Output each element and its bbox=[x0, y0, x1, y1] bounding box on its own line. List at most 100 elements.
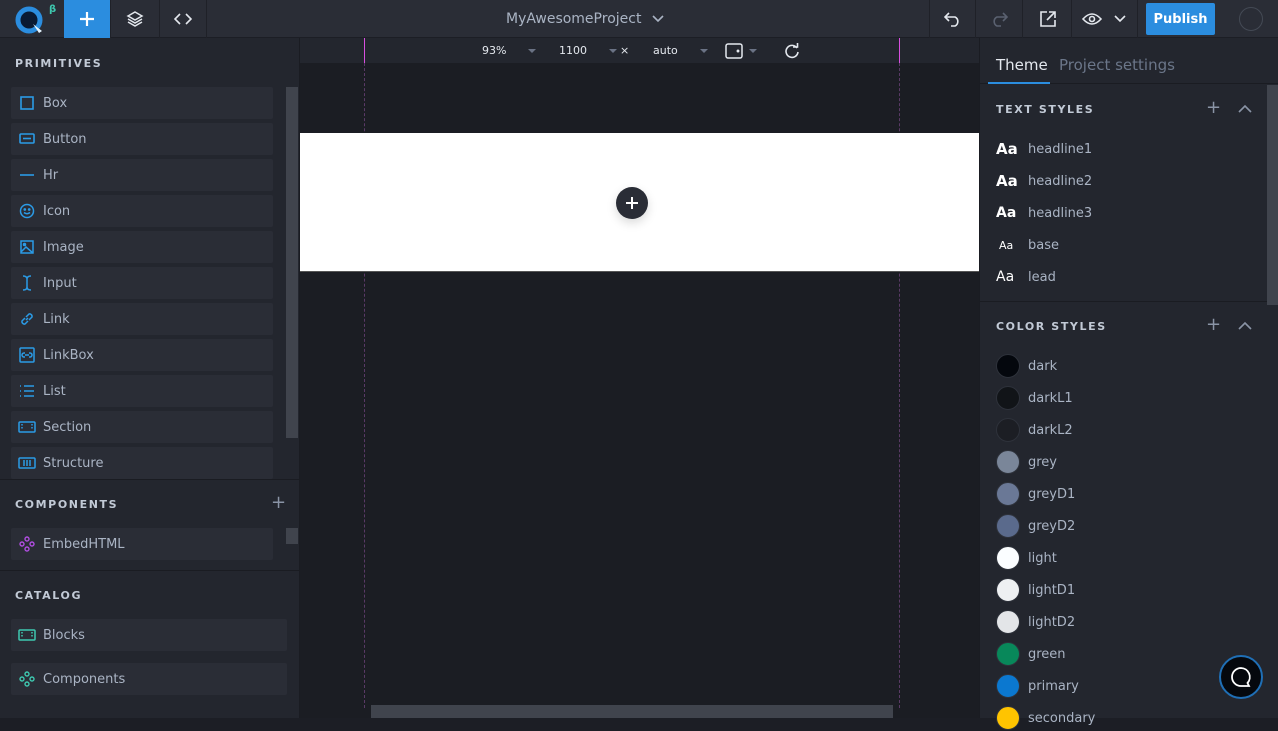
chevron-up-icon[interactable] bbox=[1238, 321, 1252, 330]
color-swatch bbox=[996, 450, 1020, 474]
plus-icon bbox=[626, 197, 638, 209]
text-style-headline1[interactable]: Aa headline1 bbox=[996, 137, 1092, 161]
catalog-components[interactable]: Components bbox=[11, 663, 287, 695]
top-toolbar: β MyAwesomeProject Publish bbox=[0, 0, 1278, 38]
primitive-link[interactable]: Link bbox=[11, 303, 273, 335]
support-chat-button[interactable] bbox=[1219, 655, 1263, 699]
zoom-select[interactable]: 93% bbox=[482, 38, 537, 63]
color-style-green[interactable]: green bbox=[996, 641, 1066, 667]
app-logo[interactable]: β bbox=[0, 0, 64, 38]
right-panel-scrollbar[interactable] bbox=[1267, 85, 1278, 305]
text-style-sample: Aa bbox=[996, 205, 1017, 221]
beta-badge: β bbox=[49, 4, 57, 15]
color-style-greyd2[interactable]: greyD2 bbox=[996, 513, 1075, 539]
canvas-area[interactable]: 93% 1100 × auto bbox=[300, 38, 979, 718]
canvas-toolbar: 93% 1100 × auto bbox=[300, 38, 979, 63]
layers-button[interactable] bbox=[111, 0, 160, 38]
tab-project-settings[interactable]: Project settings bbox=[1059, 56, 1175, 74]
chevron-down-icon[interactable] bbox=[1114, 15, 1126, 23]
components-scrollbar[interactable] bbox=[286, 528, 298, 544]
preview-button[interactable] bbox=[1072, 0, 1138, 38]
user-avatar[interactable] bbox=[1239, 7, 1263, 31]
primitive-button[interactable]: Button bbox=[11, 123, 273, 155]
chevron-up-icon[interactable] bbox=[1238, 104, 1252, 113]
square-icon bbox=[20, 96, 34, 110]
open-external-button[interactable] bbox=[1024, 0, 1072, 38]
text-style-base[interactable]: Aa base bbox=[996, 233, 1059, 257]
text-style-headline2[interactable]: Aa headline2 bbox=[996, 169, 1092, 193]
color-styles-title: COLOR STYLES bbox=[996, 320, 1107, 333]
color-style-lightd2[interactable]: lightD2 bbox=[996, 609, 1075, 635]
primitive-image[interactable]: Image bbox=[11, 231, 273, 263]
primitive-structure[interactable]: Structure bbox=[11, 447, 273, 479]
component-icon bbox=[19, 536, 35, 552]
add-text-style-button[interactable]: + bbox=[1206, 97, 1221, 118]
undo-button[interactable] bbox=[929, 0, 976, 38]
logo-icon bbox=[15, 6, 43, 34]
tab-theme[interactable]: Theme bbox=[996, 56, 1048, 74]
add-component-button[interactable]: + bbox=[271, 492, 286, 513]
primitive-icon[interactable]: Icon bbox=[11, 195, 273, 227]
color-style-secondary[interactable]: secondary bbox=[996, 705, 1095, 731]
color-swatch bbox=[996, 514, 1020, 538]
add-element-button[interactable] bbox=[64, 0, 111, 38]
add-color-style-button[interactable]: + bbox=[1206, 314, 1221, 335]
primitive-label: Input bbox=[43, 275, 77, 291]
width-select[interactable]: 1100 bbox=[559, 38, 617, 63]
color-style-light[interactable]: light bbox=[996, 545, 1057, 571]
color-style-label: green bbox=[1028, 646, 1066, 662]
text-cursor-icon bbox=[22, 275, 32, 291]
catalog-blocks[interactable]: Blocks bbox=[11, 619, 287, 651]
text-style-label: headline2 bbox=[1028, 173, 1093, 189]
text-style-lead[interactable]: Aa lead bbox=[996, 265, 1056, 289]
color-style-darkl1[interactable]: darkL1 bbox=[996, 385, 1073, 411]
width-value: 1100 bbox=[559, 44, 587, 57]
height-select[interactable]: auto bbox=[653, 38, 708, 63]
color-swatch bbox=[996, 674, 1020, 698]
color-style-greyd1[interactable]: greyD1 bbox=[996, 481, 1075, 507]
color-style-label: light bbox=[1028, 550, 1057, 566]
code-button[interactable] bbox=[160, 0, 207, 38]
chevron-down-icon bbox=[652, 15, 665, 23]
primitive-linkbox[interactable]: LinkBox bbox=[11, 339, 273, 371]
color-style-label: greyD1 bbox=[1028, 486, 1076, 502]
color-style-lightd1[interactable]: lightD1 bbox=[996, 577, 1075, 603]
component-embedhtml[interactable]: EmbedHTML bbox=[11, 528, 273, 560]
canvas-horizontal-scrollbar[interactable] bbox=[371, 705, 893, 718]
add-block-button[interactable] bbox=[616, 187, 648, 219]
section-icon bbox=[18, 421, 36, 433]
image-icon bbox=[20, 240, 34, 254]
eye-icon bbox=[1082, 13, 1102, 25]
primitive-input[interactable]: Input bbox=[11, 267, 273, 299]
primitives-scrollbar[interactable] bbox=[286, 87, 298, 438]
color-style-dark[interactable]: dark bbox=[996, 353, 1057, 379]
device-select[interactable] bbox=[725, 38, 757, 63]
dimension-separator: × bbox=[620, 44, 630, 57]
color-style-label: greyD2 bbox=[1028, 518, 1076, 534]
color-swatch bbox=[996, 642, 1020, 666]
button-icon bbox=[19, 133, 35, 144]
color-style-grey[interactable]: grey bbox=[996, 449, 1057, 475]
primitive-list[interactable]: List bbox=[11, 375, 273, 407]
panel-tabs: Theme Project settings bbox=[980, 38, 1278, 84]
project-selector[interactable]: MyAwesomeProject bbox=[506, 0, 665, 38]
color-style-darkl2[interactable]: darkL2 bbox=[996, 417, 1073, 443]
color-swatch bbox=[996, 386, 1020, 410]
color-swatch bbox=[996, 482, 1020, 506]
color-style-primary[interactable]: primary bbox=[996, 673, 1079, 699]
redo-button[interactable] bbox=[976, 0, 1023, 38]
primitive-hr[interactable]: Hr bbox=[11, 159, 273, 191]
width-guide-right bbox=[899, 38, 900, 63]
color-swatch bbox=[996, 610, 1020, 634]
primitive-box[interactable]: Box bbox=[11, 87, 273, 119]
publish-button[interactable]: Publish bbox=[1146, 3, 1215, 35]
text-style-sample: Aa bbox=[996, 140, 1018, 158]
text-style-sample: Aa bbox=[996, 269, 1015, 285]
left-panel: PRIMITIVES Box Button Hr Icon Image Inpu… bbox=[0, 38, 300, 718]
reload-button[interactable] bbox=[784, 38, 800, 63]
blocks-icon bbox=[18, 629, 36, 641]
text-style-headline3[interactable]: Aa headline3 bbox=[996, 201, 1092, 225]
smiley-icon bbox=[19, 203, 35, 219]
primitive-label: Hr bbox=[43, 167, 59, 183]
primitive-section[interactable]: Section bbox=[11, 411, 273, 443]
